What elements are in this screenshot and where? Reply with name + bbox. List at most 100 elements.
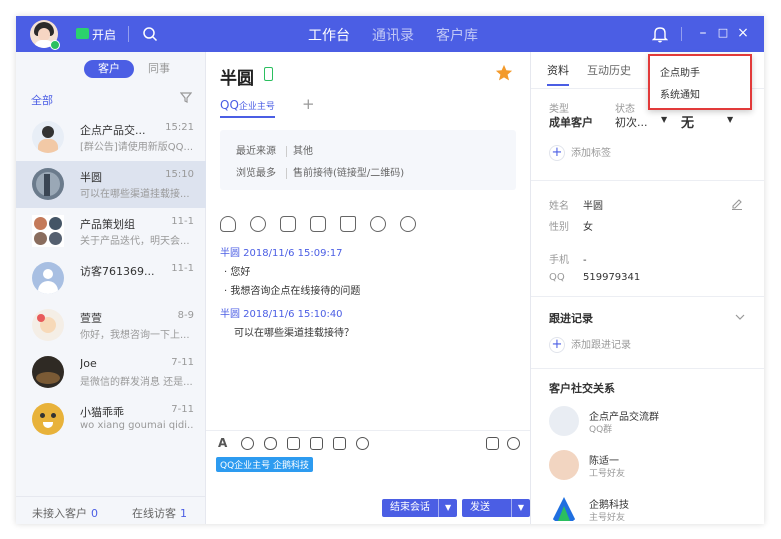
browse-label: 浏览最多	[236, 168, 276, 179]
social-item[interactable]: 陈适一 工号好友	[549, 450, 749, 486]
top-bar: 开启 工作台 通讯录 客户库 – □ ×	[16, 16, 764, 52]
divider	[681, 27, 682, 41]
profile-tabs: 资料 互动历史	[547, 62, 649, 86]
social-name: 陈适一	[589, 456, 619, 467]
segment-switch: 客户 同事	[84, 60, 188, 78]
visitor-avatar	[32, 262, 64, 294]
maximize-button[interactable]: □	[716, 25, 730, 41]
status-value[interactable]: 初次...	[615, 114, 648, 130]
chat-toolbar	[220, 216, 430, 234]
list-item[interactable]: 产品策划组 11-1 关于产品迭代，明天会...	[16, 208, 206, 255]
visitor-info-card: 最近来源 其他 浏览最多 售前接待(链接型/二维码)	[220, 130, 516, 190]
avatar	[32, 309, 64, 341]
list-item[interactable]: 企点产品交... 15:21 [群公告]请使用新版QQ...	[16, 114, 206, 161]
social-sub: 主号好友	[589, 513, 626, 523]
online-visitors[interactable]: 在线访客 1	[132, 505, 187, 521]
list-item[interactable]: 萱萱 8-9 你好，我想咨询一下上...	[16, 302, 206, 349]
conversation-time: 11-1	[171, 263, 194, 274]
divider	[531, 180, 764, 181]
chevron-down-icon[interactable]: ▼	[661, 115, 667, 124]
list-item[interactable]: Joe 7-11 是微信的群发消息 还是...	[16, 349, 206, 396]
social-name: 企点产品交流群	[589, 412, 659, 423]
third-value[interactable]: 无	[681, 112, 694, 131]
composer-right-tools	[478, 437, 520, 450]
edit-icon[interactable]	[731, 198, 743, 210]
nav-workbench[interactable]: 工作台	[308, 25, 350, 45]
font-icon[interactable]: A	[218, 437, 231, 450]
folder-icon[interactable]	[280, 216, 296, 232]
conversation-list: 企点产品交... 15:21 [群公告]请使用新版QQ... 半圆 15:10 …	[16, 114, 206, 443]
main-nav: 工作台 通讯录 客户库	[308, 25, 500, 45]
add-tag-label: 添加标签	[571, 148, 611, 159]
chat-title: 半圆	[220, 69, 254, 89]
add-followup-label: 添加跟进记录	[571, 340, 631, 351]
avatar	[32, 168, 64, 200]
close-button[interactable]: ×	[736, 25, 750, 41]
divider	[128, 26, 129, 42]
tab-customers[interactable]: 客户	[84, 60, 134, 78]
field-key: 姓名	[549, 201, 569, 212]
field-value: 半圆	[583, 201, 603, 212]
company-logo-icon	[552, 497, 576, 521]
tab-interaction-history[interactable]: 互动历史	[587, 62, 631, 86]
tab-profile[interactable]: 资料	[547, 62, 569, 86]
social-item[interactable]: 企点产品交流群 QQ群	[549, 406, 749, 442]
add-user-icon[interactable]	[400, 216, 416, 232]
search-icon[interactable]	[142, 26, 158, 42]
type-value[interactable]: 成单客户	[549, 114, 593, 130]
chevron-down-icon[interactable]: ▼	[510, 499, 530, 517]
field-value: -	[583, 255, 587, 266]
menu-item-system-notice[interactable]: 系统通知	[660, 86, 700, 101]
quick-reply-icon[interactable]	[486, 437, 499, 450]
chevron-down-icon[interactable]	[735, 314, 745, 320]
chevron-down-icon[interactable]: ▼	[727, 115, 733, 124]
minimize-button[interactable]: –	[696, 25, 710, 41]
voice-icon[interactable]	[264, 437, 277, 450]
emoji-icon[interactable]	[241, 437, 254, 450]
end-session-button[interactable]: 结束会话 ▼	[382, 499, 458, 517]
conversation-name: 小猫乖乖	[80, 406, 124, 419]
social-name: 企鹅科技	[589, 500, 629, 511]
add-tag-button[interactable]: + 添加标签	[549, 144, 611, 161]
waiting-customers[interactable]: 未接入客户 0	[32, 505, 98, 521]
image-icon[interactable]	[287, 437, 300, 450]
filter-all[interactable]: 全部	[31, 92, 53, 108]
nav-customer-library[interactable]: 客户库	[436, 25, 478, 45]
tab-colleagues[interactable]: 同事	[134, 60, 184, 78]
chevron-down-icon[interactable]: ▼	[438, 499, 457, 517]
add-followup-button[interactable]: + 添加跟进记录	[549, 336, 631, 353]
social-item[interactable]: 企鹅科技 主号好友	[549, 494, 749, 524]
menu-item-assistant[interactable]: 企点助手	[660, 64, 700, 79]
type-label: 类型	[549, 104, 569, 115]
screen-icon[interactable]	[310, 216, 326, 232]
conversation-preview: [群公告]请使用新版QQ...	[80, 142, 194, 153]
list-item[interactable]: 半圆 15:10 可以在哪些渠道挂载接...	[16, 161, 206, 208]
browse-value: 售前接待(链接型/二维码)	[286, 168, 405, 179]
bell-icon[interactable]	[652, 25, 668, 43]
camera-icon[interactable]	[250, 216, 266, 232]
divider	[531, 368, 764, 369]
account-chip[interactable]: QQ企业主号 企鹅科技	[216, 457, 314, 472]
send-button[interactable]: 发送(S) ▼	[462, 499, 530, 524]
nav-contacts[interactable]: 通讯录	[372, 25, 414, 45]
history-icon[interactable]	[507, 437, 520, 450]
tab-qq-main[interactable]: QQ企业主号	[220, 98, 275, 118]
home-icon[interactable]	[340, 216, 356, 232]
message-meta: 半圆 2018/11/6 15:09:17	[220, 248, 343, 259]
template-icon[interactable]	[333, 437, 346, 450]
star-icon[interactable]	[495, 64, 513, 82]
chat-panel: 半圆 QQ企业主号 + 最近来源 其他 浏览最多 售前接待(链接型/二维码) 半圆 …	[206, 52, 530, 524]
add-tab-button[interactable]: +	[302, 95, 315, 113]
list-item[interactable]: 小猫乖乖 7-11 wo xiang goumai qidi...	[16, 396, 206, 443]
status-toggle[interactable]: 开启	[92, 26, 116, 43]
list-item[interactable]: 访客761369... 11-1	[16, 255, 206, 302]
avatar	[549, 450, 579, 480]
contact-card-icon[interactable]	[356, 437, 369, 450]
online-label: 在线访客	[132, 507, 176, 520]
transfer-user-icon[interactable]	[370, 216, 386, 232]
field-name: 姓名 半圆	[549, 197, 603, 212]
filter-icon[interactable]	[180, 92, 192, 103]
microphone-icon[interactable]	[220, 216, 236, 232]
conversation-name: Joe	[80, 357, 97, 370]
scissors-icon[interactable]	[310, 437, 323, 450]
